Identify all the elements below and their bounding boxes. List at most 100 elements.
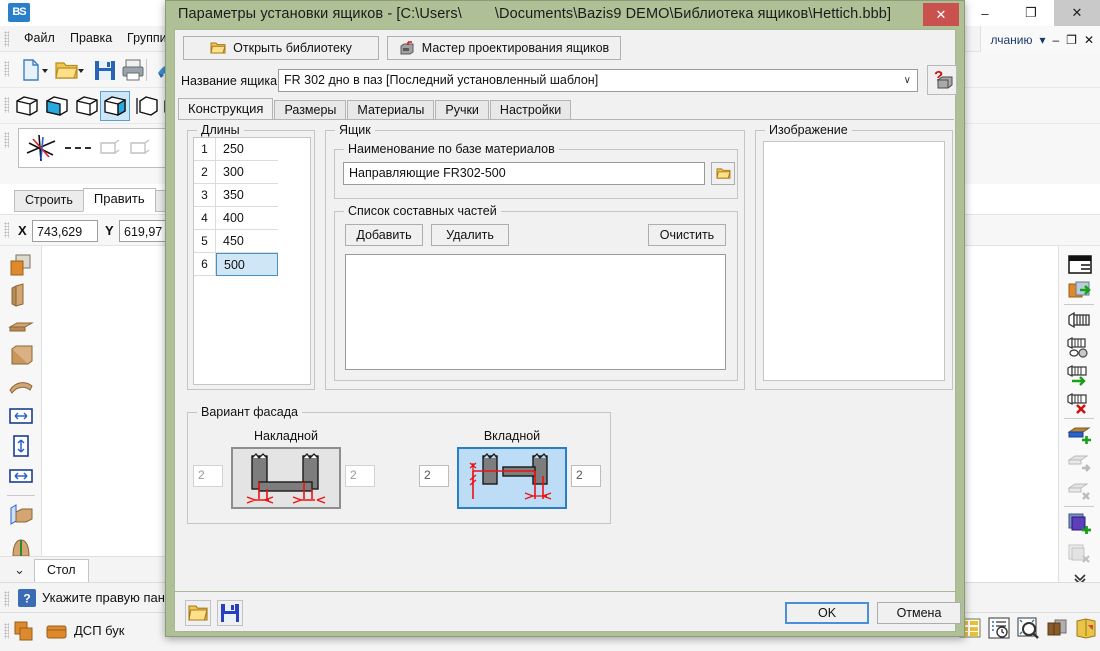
- sheet-move-icon[interactable]: [1066, 452, 1094, 476]
- minimize-button[interactable]: –: [962, 0, 1008, 26]
- right-fittings-toolbar[interactable]: [1058, 246, 1100, 586]
- table-row[interactable]: 4 400: [194, 207, 310, 230]
- window-controls[interactable]: – ❐ ✕: [962, 0, 1100, 26]
- add-sheet-icon[interactable]: [1066, 424, 1094, 448]
- view-shaded-icon[interactable]: [44, 93, 70, 119]
- lengths-table[interactable]: 1 250 2 300 3 350 4 400 5 450 6 500: [193, 137, 311, 385]
- mode-tab-edit[interactable]: Править: [82, 188, 156, 212]
- chevron-down-icon[interactable]: ∨: [904, 75, 911, 86]
- row-value[interactable]: 400: [216, 207, 278, 230]
- view-solid-icon[interactable]: [100, 91, 130, 121]
- drawer-wizard-button[interactable]: Мастер проектирования ящиков: [387, 36, 621, 60]
- doc-restore-button[interactable]: ❐: [1066, 33, 1077, 47]
- vertical-size-icon[interactable]: [7, 432, 35, 460]
- menu-item-group[interactable]: Группи: [127, 31, 167, 45]
- panel-object-icon[interactable]: [7, 252, 35, 280]
- panel-list-icon[interactable]: [1066, 254, 1094, 278]
- row-value[interactable]: 250: [216, 138, 278, 161]
- drawer-name-combobox[interactable]: FR 302 дно в паз [Последний установленны…: [278, 69, 918, 92]
- row-value[interactable]: 300: [216, 161, 278, 184]
- doc-minimize-button[interactable]: –: [1052, 33, 1059, 47]
- toolbar-grip[interactable]: [4, 31, 9, 47]
- view-wireframe-icon[interactable]: [14, 93, 40, 119]
- mirror-object-icon[interactable]: [7, 502, 35, 530]
- toolbar-grip[interactable]: [4, 61, 9, 77]
- toolbar-grip[interactable]: [4, 97, 9, 113]
- facade-option-inset-image[interactable]: [457, 447, 567, 509]
- dialog-titlebar[interactable]: Параметры установки ящиков - [C:\Users\ …: [166, 1, 964, 29]
- delete-group-icon[interactable]: [1066, 542, 1094, 566]
- add-part-button[interactable]: Добавить: [345, 224, 423, 246]
- overlay-left-gap-input[interactable]: 2: [193, 465, 223, 487]
- doc-close-button[interactable]: ✕: [1084, 33, 1094, 47]
- open-library-button[interactable]: Открыть библиотеку: [183, 36, 379, 60]
- bottom-right-toolbar[interactable]: [958, 616, 1098, 640]
- sheet-delete-icon[interactable]: [1066, 480, 1094, 504]
- view-hidden-line-icon[interactable]: [74, 93, 100, 119]
- cancel-button[interactable]: Отмена: [877, 602, 961, 624]
- table-row[interactable]: 3 350: [194, 184, 310, 207]
- curved-panel-icon[interactable]: [7, 372, 35, 400]
- screw-settings-icon[interactable]: [1066, 336, 1094, 360]
- help-button[interactable]: ?: [927, 65, 957, 95]
- clear-parts-button[interactable]: Очистить: [648, 224, 726, 246]
- materials-library-icon[interactable]: [1045, 616, 1069, 640]
- x-coordinate-input[interactable]: 743,629: [32, 220, 98, 242]
- fit-size-icon[interactable]: [7, 402, 35, 430]
- default-profile-dropdown-label[interactable]: лчанию: [990, 33, 1032, 47]
- search-zoom-icon[interactable]: [1016, 616, 1040, 640]
- add-group-icon[interactable]: [1066, 512, 1094, 536]
- row-value[interactable]: 450: [216, 230, 278, 253]
- parts-listbox[interactable]: [345, 254, 726, 370]
- screw-add-icon[interactable]: [1066, 364, 1094, 388]
- catalog-book-icon[interactable]: [1074, 616, 1098, 640]
- footer-open-button[interactable]: [185, 600, 211, 626]
- toolbar-grip[interactable]: [4, 222, 9, 238]
- new-document-dropdown-icon[interactable]: [40, 57, 50, 83]
- open-dropdown-icon[interactable]: [76, 57, 86, 83]
- horizontal-size-icon[interactable]: [7, 462, 35, 490]
- dialog-close-button[interactable]: ✕: [923, 3, 959, 26]
- export-panel-icon[interactable]: [1066, 280, 1094, 304]
- tab-ruchki[interactable]: Ручки: [435, 100, 489, 120]
- chevron-double-down-icon[interactable]: ⌄: [14, 562, 25, 578]
- table-row[interactable]: 2 300: [194, 161, 310, 184]
- bottom-tab-table[interactable]: Стол: [34, 559, 89, 582]
- screw-delete-icon[interactable]: [1066, 392, 1094, 416]
- menu-item-edit[interactable]: Правка: [70, 31, 112, 45]
- draw-tools-box[interactable]: [18, 128, 168, 168]
- table-row-selected[interactable]: 6 500: [194, 253, 310, 276]
- horizontal-panel-icon[interactable]: [7, 312, 35, 340]
- browse-material-button[interactable]: [711, 162, 735, 185]
- left-object-toolbar[interactable]: [0, 246, 42, 590]
- table-row[interactable]: 5 450: [194, 230, 310, 253]
- screw-icon[interactable]: [1066, 310, 1094, 334]
- tab-materialy[interactable]: Материалы: [347, 100, 435, 120]
- material-name-input[interactable]: Направляющие FR302-500: [343, 162, 705, 185]
- dialog-tabstrip[interactable]: Конструкция Размеры Материалы Ручки Наст…: [178, 98, 572, 120]
- toolbar-grip[interactable]: [4, 591, 9, 607]
- vertical-panel-icon[interactable]: [7, 282, 35, 310]
- ok-button[interactable]: OK: [785, 602, 869, 624]
- ribbon-right-controls[interactable]: лчанию ▾ – ❐ ✕: [980, 26, 1100, 54]
- row-value[interactable]: 500: [216, 253, 278, 276]
- footer-save-button[interactable]: [217, 600, 243, 626]
- mode-tab-build[interactable]: Строить: [14, 190, 84, 212]
- save-icon[interactable]: [92, 57, 118, 83]
- inset-right-gap-input[interactable]: 2: [571, 465, 601, 487]
- table-row[interactable]: 1 250: [194, 138, 310, 161]
- maximize-button[interactable]: ❐: [1008, 0, 1054, 26]
- tab-nastroyki[interactable]: Настройки: [489, 100, 572, 120]
- toolbar-grip[interactable]: [4, 623, 9, 639]
- delete-part-button[interactable]: Удалить: [431, 224, 509, 246]
- tab-konstrukciya[interactable]: Конструкция: [178, 98, 274, 120]
- overlay-right-gap-input[interactable]: 2: [345, 465, 375, 487]
- view-section-icon[interactable]: [134, 93, 160, 119]
- inset-left-gap-input[interactable]: 2: [419, 465, 449, 487]
- toolbar-grip[interactable]: [4, 132, 9, 148]
- menu-item-file[interactable]: Файл: [24, 31, 55, 45]
- box-object-icon[interactable]: [7, 342, 35, 370]
- tab-razmery[interactable]: Размеры: [274, 100, 347, 120]
- history-list-icon[interactable]: [987, 616, 1011, 640]
- chevron-down-icon[interactable]: ▾: [1039, 33, 1045, 47]
